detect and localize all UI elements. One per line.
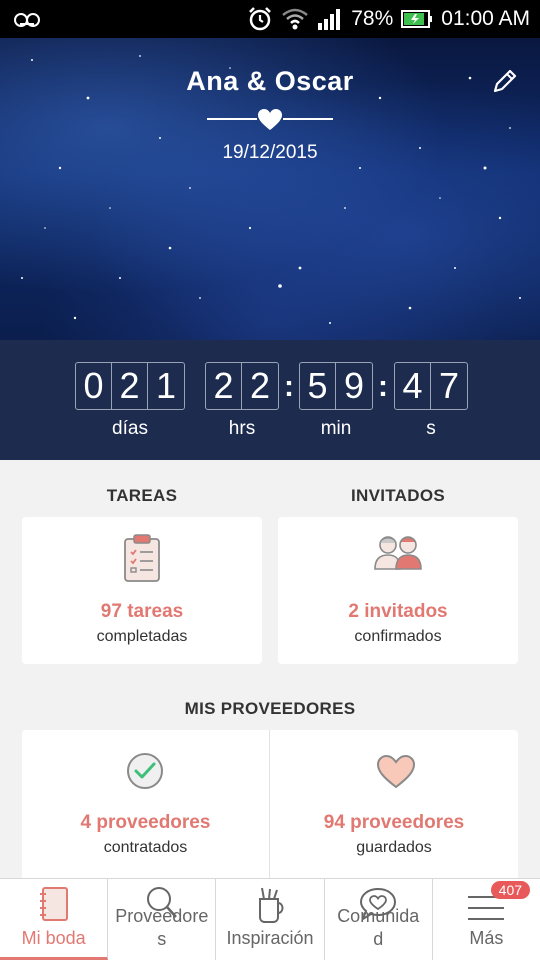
- heart-divider: [207, 108, 333, 132]
- wifi-icon: [282, 8, 309, 30]
- couple-name: Ana & Oscar: [186, 66, 354, 96]
- nav-comunidad[interactable]: Comunida d: [325, 879, 433, 960]
- invitados-title: INVITADOS: [350, 486, 445, 505]
- nav-label-comunidad: Comunida d: [337, 906, 420, 949]
- countdown-digit: 2: [112, 363, 148, 409]
- nav-label-proveedores: Proveedore s: [115, 906, 209, 949]
- heart-icon: [258, 109, 282, 130]
- countdown-digit: 2: [206, 363, 242, 409]
- contratados-count: 4 proveedores: [80, 812, 211, 833]
- proveedores-guardados[interactable]: 94 proveedores guardados: [270, 730, 518, 878]
- colon-separator: :: [284, 370, 294, 403]
- battery-icon: [401, 10, 433, 28]
- countdown-seconds: 4 7 s: [394, 362, 468, 440]
- colon-separator: :: [378, 370, 388, 403]
- check-circle-icon: [127, 753, 163, 789]
- countdown-digit: 7: [438, 365, 460, 406]
- contratados-subtitle: contratados: [103, 839, 188, 856]
- tareas-subtitle: completadas: [96, 628, 188, 645]
- invitados-card[interactable]: 2 invitados confirmados: [278, 517, 518, 664]
- nav-label-inspiracion: Inspiración: [226, 928, 314, 948]
- countdown-digit: 2: [249, 365, 271, 406]
- voicemail-icon: [14, 13, 40, 27]
- wedding-date: 19/12/2015: [222, 142, 318, 163]
- cup-icon: [259, 887, 284, 923]
- clock: 01:00 AM: [441, 7, 530, 30]
- countdown-hours: 2 2 hrs: [205, 362, 279, 440]
- countdown-digit: 4: [395, 363, 431, 409]
- status-bar: 78% 01:00 AM: [0, 0, 540, 38]
- bottom-navigation: Mi boda Proveedore s Inspiración Comunid…: [0, 878, 540, 960]
- proveedores-title: MIS PROVEEDORES: [184, 699, 356, 718]
- notification-badge: 407: [490, 881, 531, 899]
- tareas-count: 97 tareas: [100, 601, 184, 622]
- seconds-label: s: [426, 418, 436, 439]
- alarm-icon: [249, 7, 272, 31]
- countdown-digit: 9: [343, 365, 365, 406]
- guardados-subtitle: guardados: [356, 839, 432, 856]
- invitados-count: 2 invitados: [348, 601, 448, 622]
- proveedores-contratados[interactable]: 4 proveedores contratados: [22, 730, 270, 878]
- guests-couple-icon: [374, 536, 422, 570]
- countdown-digit: 1: [155, 365, 177, 406]
- hours-label: hrs: [228, 418, 256, 439]
- hero-header: Ana & Oscar 19/12/2015: [0, 38, 540, 340]
- countdown-timer: 0 2 1 días 2 2 hrs : 5 9 min : 4 7 s: [0, 340, 540, 460]
- heart-icon: [376, 754, 416, 789]
- minutes-label: min: [320, 418, 352, 439]
- battery-percent: 78%: [351, 7, 394, 30]
- nav-label-mas: Más: [469, 928, 504, 948]
- notebook-icon: [39, 887, 68, 921]
- guardados-count: 94 proveedores: [323, 812, 465, 833]
- days-label: días: [112, 418, 148, 439]
- nav-mas[interactable]: 407 Más: [433, 879, 540, 960]
- nav-inspiracion[interactable]: Inspiración: [216, 879, 325, 960]
- countdown-minutes: 5 9 min: [299, 362, 373, 440]
- proveedores-card: 4 proveedores contratados 94 proveedores…: [22, 730, 518, 878]
- nav-mi-boda[interactable]: Mi boda: [0, 879, 109, 960]
- nav-proveedores[interactable]: Proveedore s: [108, 879, 217, 960]
- clipboard-checklist-icon: [124, 534, 160, 582]
- nav-label-mi-boda: Mi boda: [21, 928, 86, 948]
- countdown-digit: 0: [76, 363, 112, 409]
- tareas-title: TAREAS: [106, 486, 178, 505]
- edit-pencil-icon[interactable]: [490, 66, 520, 96]
- countdown-digit: 5: [300, 363, 336, 409]
- signal-icon: [318, 9, 341, 30]
- countdown-days: 0 2 1 días: [75, 362, 185, 440]
- invitados-subtitle: confirmados: [354, 628, 442, 645]
- tareas-card[interactable]: 97 tareas completadas: [22, 517, 262, 664]
